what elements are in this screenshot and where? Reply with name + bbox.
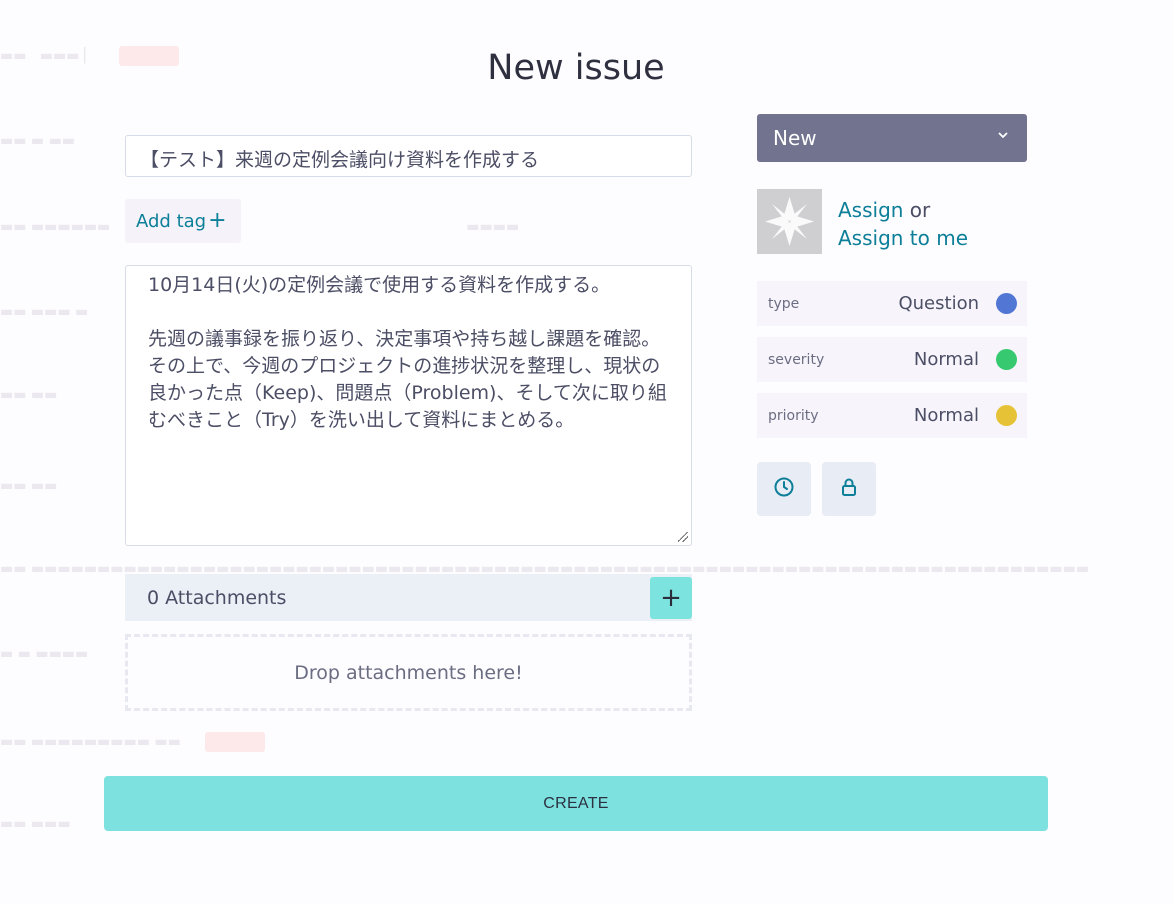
attribute-value: Normal xyxy=(913,405,979,426)
avatar xyxy=(757,189,822,254)
assign-or-text: or xyxy=(903,198,931,222)
description-textarea[interactable]: 10月14日(火)の定例会議で使用する資料を作成する。 先週の議事録を振り返り、… xyxy=(125,265,692,546)
attribute-label: priority xyxy=(768,407,819,424)
dropzone-text: Drop attachments here! xyxy=(294,661,523,684)
background-list-row: ▬▬ ▬▬▬▬▬▬▬▬▬ ▬▬ ▬▬▬ xyxy=(0,732,265,752)
attribute-severity[interactable]: severity Normal xyxy=(757,337,1027,382)
background-list-row: ▬▬ ▬▬▬ ▬ xyxy=(0,304,89,320)
assign-to-me-link[interactable]: Assign to me xyxy=(838,226,968,250)
attribute-label: severity xyxy=(768,351,825,368)
background-list-row: ▬▬ ▬▬▬ xyxy=(0,816,71,832)
due-date-button[interactable] xyxy=(757,462,811,516)
background-list-row: ▬▬ ▬▬ xyxy=(0,387,58,403)
lock-button[interactable] xyxy=(822,462,876,516)
lock-icon xyxy=(839,476,859,502)
plus-icon: + xyxy=(660,583,682,613)
subject-input[interactable]: 【テスト】来週の定例会議向け資料を作成する xyxy=(125,135,692,177)
add-attachment-button[interactable]: + xyxy=(650,577,692,619)
attribute-value: Question xyxy=(898,293,979,314)
background-list-row: ▬▬ ▬▬ xyxy=(0,478,58,494)
description-text: 10月14日(火)の定例会議で使用する資料を作成する。 先週の議事録を振り返り、… xyxy=(148,274,667,431)
status-dropdown[interactable]: New xyxy=(757,114,1027,162)
add-tag-button[interactable]: Add tag + xyxy=(125,199,241,243)
resize-handle-icon[interactable] xyxy=(678,532,688,542)
chevron-down-icon xyxy=(997,126,1009,145)
status-dot-icon xyxy=(996,349,1017,370)
attribute-label: type xyxy=(768,295,800,312)
status-value: New xyxy=(773,126,817,150)
attribute-priority[interactable]: priority Normal xyxy=(757,393,1027,438)
attribute-value: Normal xyxy=(913,349,979,370)
background-list-row: ▬▬ ▬▬▬▬▬▬ ▬▬▬▬ xyxy=(0,219,520,235)
attachment-dropzone[interactable]: Drop attachments here! xyxy=(125,634,692,711)
assign-block: Assign or Assign to me xyxy=(838,196,968,252)
status-dot-icon xyxy=(996,293,1017,314)
background-list-row: ▬ ▬ ▬▬▬▬ xyxy=(0,646,89,662)
add-tag-label: Add tag xyxy=(136,210,207,232)
create-button[interactable]: CREATE xyxy=(104,776,1048,831)
clock-icon xyxy=(773,476,795,502)
status-dot-icon xyxy=(996,405,1017,426)
attribute-type[interactable]: type Question xyxy=(757,281,1027,326)
background-list-row: ▬▬ ▬ ▬▬ xyxy=(0,133,76,149)
plus-icon: + xyxy=(208,208,227,233)
attachments-count: 0 Attachments xyxy=(147,586,287,609)
dialog-title: New issue xyxy=(487,48,665,88)
attachments-header: 0 Attachments + xyxy=(125,574,692,621)
assign-link[interactable]: Assign xyxy=(838,198,903,222)
